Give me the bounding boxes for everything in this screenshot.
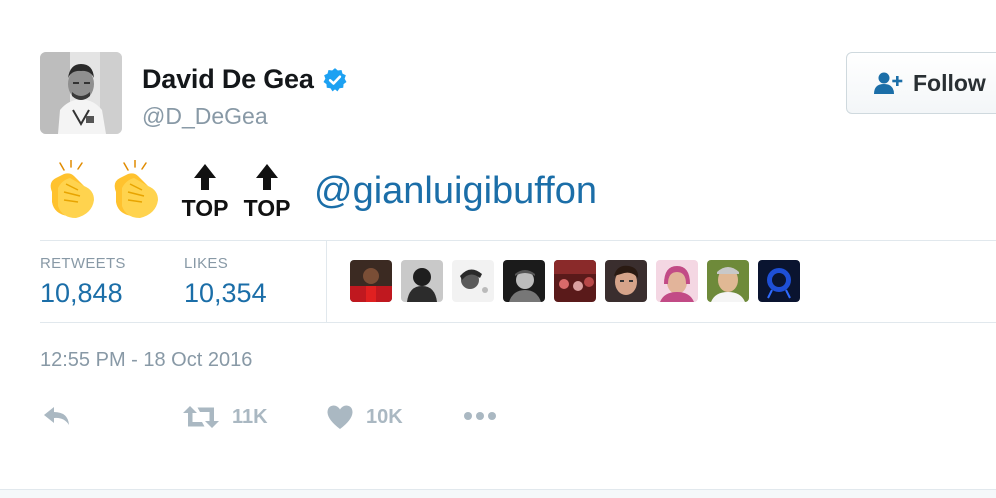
clapping-hands-emoji [114, 160, 158, 218]
top-arrow-emoji: TOP [182, 164, 229, 221]
likes-stat[interactable]: LIKES 10,354 [184, 255, 267, 309]
divider [40, 322, 996, 323]
more-dots-icon [464, 412, 496, 420]
avatar[interactable] [40, 52, 122, 134]
mention-link[interactable]: @gianluigibuffon [314, 172, 597, 222]
reply-icon [44, 407, 69, 425]
likes-label: LIKES [184, 255, 229, 272]
like-button[interactable]: 10K [326, 404, 403, 430]
liker-avatars [350, 260, 800, 302]
heart-icon [327, 405, 353, 429]
follow-button[interactable]: Follow [846, 52, 996, 114]
retweets-label: RETWEETS [40, 255, 126, 272]
liker-avatar[interactable] [656, 260, 698, 302]
clapping-hands-emoji [50, 160, 94, 218]
add-user-icon [874, 72, 903, 94]
tweet-card: David De Gea @D_DeGea Follow TOP TOP @gi… [0, 0, 996, 498]
liker-avatar[interactable] [758, 260, 800, 302]
display-name[interactable]: David De Gea [142, 64, 314, 95]
card-bottom-band [0, 489, 996, 498]
user-handle[interactable]: @D_DeGea [142, 103, 268, 130]
top-text: TOP [182, 195, 229, 221]
retweet-icon [183, 406, 219, 428]
like-count: 10K [366, 405, 403, 428]
reply-button[interactable] [42, 404, 72, 428]
top-arrow-emoji: TOP [244, 164, 291, 221]
divider [326, 241, 327, 322]
retweets-count: 10,848 [40, 278, 123, 308]
follow-button-label: Follow [913, 69, 986, 96]
tweet-timestamp[interactable]: 12:55 PM - 18 Oct 2016 [40, 349, 252, 372]
avatar-photo [40, 52, 122, 134]
liker-avatar[interactable] [401, 260, 443, 302]
liker-avatar[interactable] [350, 260, 392, 302]
top-text: TOP [244, 195, 291, 221]
retweets-stat[interactable]: RETWEETS 10,848 [40, 255, 126, 309]
retweet-button[interactable]: 11K [182, 404, 268, 430]
verified-badge-icon [323, 67, 347, 91]
divider [40, 240, 996, 241]
name-row: David De Gea [142, 64, 348, 95]
liker-avatar[interactable] [503, 260, 545, 302]
liker-avatar[interactable] [707, 260, 749, 302]
retweet-count: 11K [232, 405, 268, 428]
more-options-button[interactable] [462, 404, 498, 428]
liker-avatar[interactable] [554, 260, 596, 302]
liker-avatar[interactable] [605, 260, 647, 302]
liker-avatar[interactable] [452, 260, 494, 302]
likes-count: 10,354 [184, 278, 267, 308]
tweet-text: TOP TOP @gianluigibuffon [44, 158, 597, 222]
